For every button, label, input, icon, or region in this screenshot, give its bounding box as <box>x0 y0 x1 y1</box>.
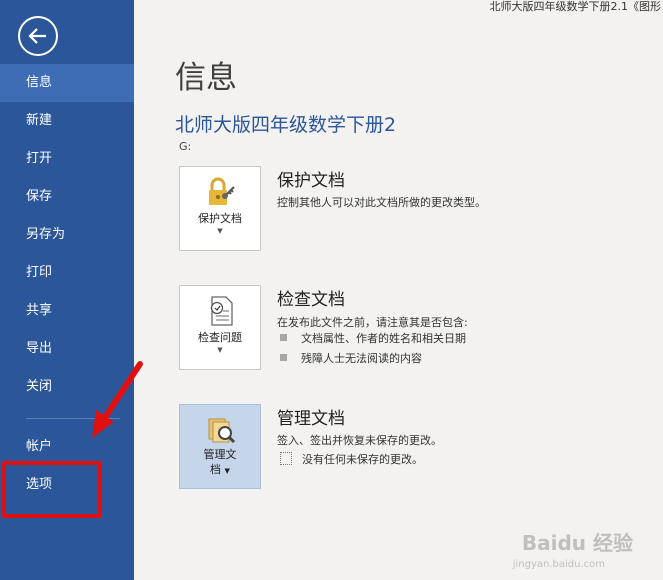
bullet-square-icon <box>280 334 287 341</box>
page-title: 信息 <box>175 60 237 96</box>
nav-save[interactable]: 保存 <box>0 178 134 216</box>
nav-new[interactable]: 新建 <box>0 102 134 140</box>
inspect-bullet: 残障人士无法阅读的内容 <box>280 351 422 367</box>
manage-document-label-line2-text: 档 <box>210 463 222 476</box>
manage-document-label-line2: 档 ▼ <box>180 462 260 479</box>
dropdown-caret-icon: ▼ <box>217 346 223 354</box>
document-path[interactable]: G: <box>179 140 191 153</box>
inspect-bullet-text: 文档属性、作者的姓名和相关日期 <box>301 332 466 345</box>
protect-document-label: 保护文档 <box>198 212 242 225</box>
protect-document-description: 控制其他人可以对此文档所做的更改类型。 <box>277 196 486 209</box>
manage-document-description: 签入、签出并恢复未保存的更改。 <box>277 434 442 447</box>
red-highlight-box <box>2 461 102 518</box>
dropdown-caret-icon: ▼ <box>217 227 223 235</box>
bullet-square-icon <box>280 354 287 361</box>
document-title: 北师大版四年级数学下册2 <box>175 114 397 136</box>
nav-open[interactable]: 打开 <box>0 140 134 178</box>
inspect-bullet-text: 残障人士无法阅读的内容 <box>301 352 422 365</box>
protect-document-heading: 保护文档 <box>277 171 345 191</box>
red-arrow-annotation-icon <box>92 361 143 438</box>
manage-document-heading: 管理文档 <box>277 409 345 429</box>
baidu-watermark-url: jingyan.baidu.com <box>512 559 605 570</box>
window-title: 北师大版四年级数学下册2.1《图形 <box>489 0 662 13</box>
check-issues-button[interactable]: 检查问题 ▼ <box>179 285 261 370</box>
manage-document-icon <box>208 418 236 444</box>
manage-bullet-text: 没有任何未保存的更改。 <box>302 453 423 466</box>
manage-document-button[interactable]: 管理文 档 ▼ <box>179 404 261 489</box>
baidu-watermark: Baidu 经验 <box>521 531 633 555</box>
nav-save-as[interactable]: 另存为 <box>0 216 134 254</box>
check-issues-label: 检查问题 <box>198 331 242 344</box>
nav-info[interactable]: 信息 <box>0 64 134 102</box>
inspect-document-heading: 检查文档 <box>277 290 345 310</box>
dropdown-caret-icon: ▼ <box>224 467 230 475</box>
inspect-document-icon <box>210 296 233 326</box>
manage-document-label: 管理文 档 ▼ <box>180 447 260 479</box>
manage-document-label-line1: 管理文 <box>203 448 237 461</box>
inspect-document-description: 在发布此文件之前，请注意其是否包含: <box>277 316 468 329</box>
back-arrow-icon <box>28 28 46 44</box>
protect-document-button[interactable]: 保护文档 ▼ <box>179 166 261 251</box>
inspect-bullet: 文档属性、作者的姓名和相关日期 <box>280 331 466 347</box>
nav-print[interactable]: 打印 <box>0 254 134 292</box>
back-button[interactable] <box>18 16 58 56</box>
nav-share[interactable]: 共享 <box>0 292 134 330</box>
manage-bullet: 没有任何未保存的更改。 <box>280 452 423 468</box>
unsaved-page-icon <box>280 452 292 465</box>
lock-key-icon <box>209 177 235 205</box>
